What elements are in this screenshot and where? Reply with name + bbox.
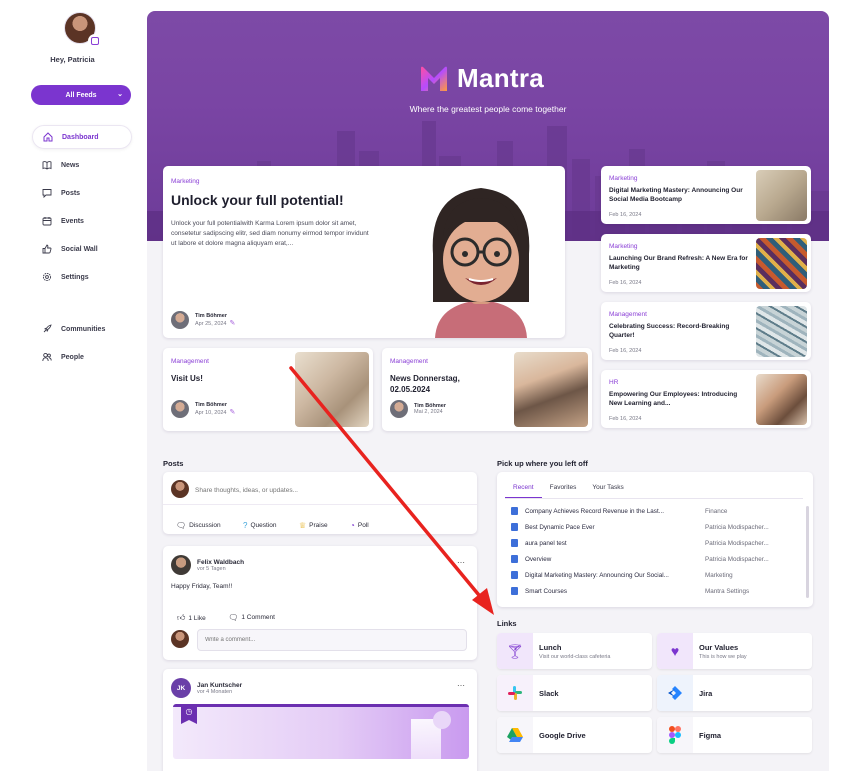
- annotation-arrow: [289, 366, 494, 615]
